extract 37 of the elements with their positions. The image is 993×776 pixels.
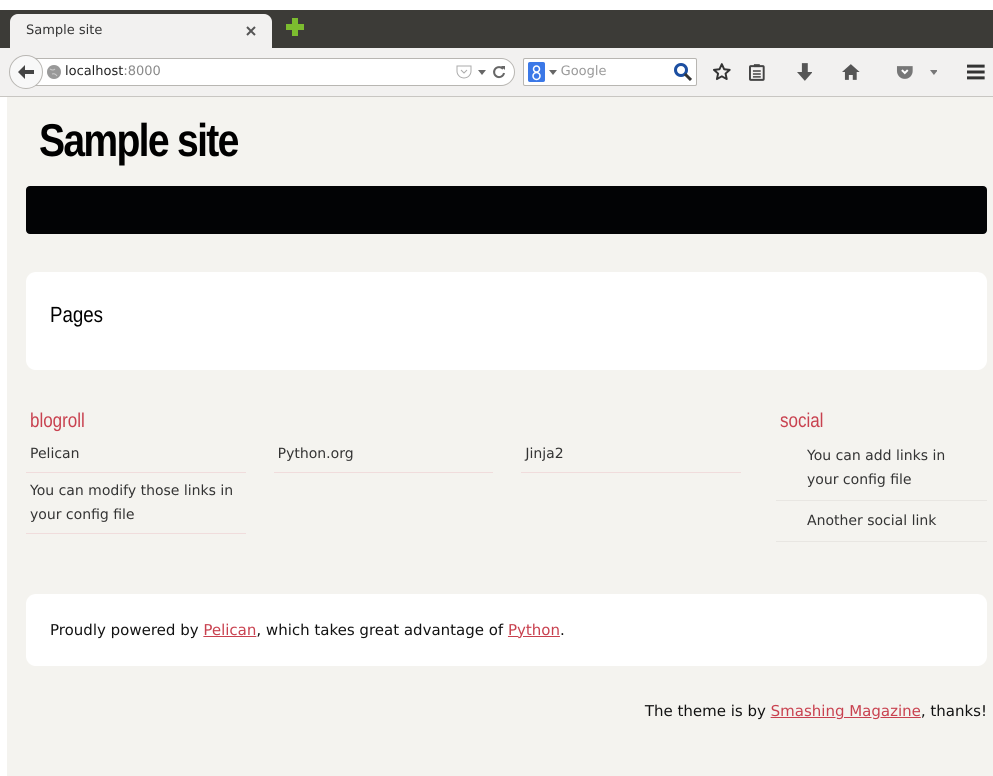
- tab-title: Sample site: [26, 22, 104, 40]
- blogroll-link[interactable]: You can modify those links in your config file: [30, 479, 242, 527]
- blogroll-link[interactable]: Python.org: [278, 442, 490, 466]
- credit-text: The theme is by Smashing Magazine, thanks!: [644, 701, 987, 722]
- url-text: localhost:8000: [65, 63, 162, 82]
- close-icon[interactable]: [246, 26, 256, 36]
- blogroll-link[interactable]: Pelican: [30, 442, 242, 466]
- section-heading: blogroll: [30, 409, 86, 434]
- search-field[interactable]: Google: [522, 58, 698, 86]
- menu-icon[interactable]: [967, 64, 986, 80]
- star-icon[interactable]: [713, 63, 731, 81]
- text-link[interactable]: Python: [508, 620, 560, 639]
- social-link[interactable]: Another social link: [807, 509, 977, 533]
- dropdown-icon[interactable]: [478, 70, 486, 74]
- section-heading: social: [780, 409, 824, 434]
- footer-text: Proudly powered by Pelican, which takes great advantage of Python.: [50, 620, 565, 641]
- site-title[interactable]: Sample site: [39, 105, 845, 175]
- search-engine-icon[interactable]: [528, 62, 545, 82]
- social-link[interactable]: You can add links in your config file: [807, 444, 977, 492]
- home-icon[interactable]: [842, 64, 860, 80]
- back-arrow-icon: [18, 65, 34, 79]
- search-icon[interactable]: [674, 63, 692, 81]
- browser-tab[interactable]: Sample site: [10, 14, 272, 48]
- dropdown-icon[interactable]: [548, 70, 557, 74]
- blogroll-link[interactable]: Jinja2: [525, 442, 737, 466]
- clipboard-icon[interactable]: [748, 63, 765, 81]
- section-heading: Pages: [50, 301, 104, 329]
- back-button[interactable]: [9, 55, 43, 89]
- dropdown-icon[interactable]: [930, 70, 938, 74]
- text-link[interactable]: Pelican: [203, 620, 256, 639]
- download-icon[interactable]: [796, 63, 812, 81]
- text-link[interactable]: Smashing Magazine: [770, 702, 921, 720]
- pocket-icon[interactable]: [896, 64, 914, 80]
- search-input[interactable]: Google: [560, 62, 661, 82]
- reload-icon[interactable]: [492, 65, 506, 79]
- plus-icon[interactable]: [286, 18, 304, 36]
- url-field[interactable]: localhost:8000: [10, 58, 515, 86]
